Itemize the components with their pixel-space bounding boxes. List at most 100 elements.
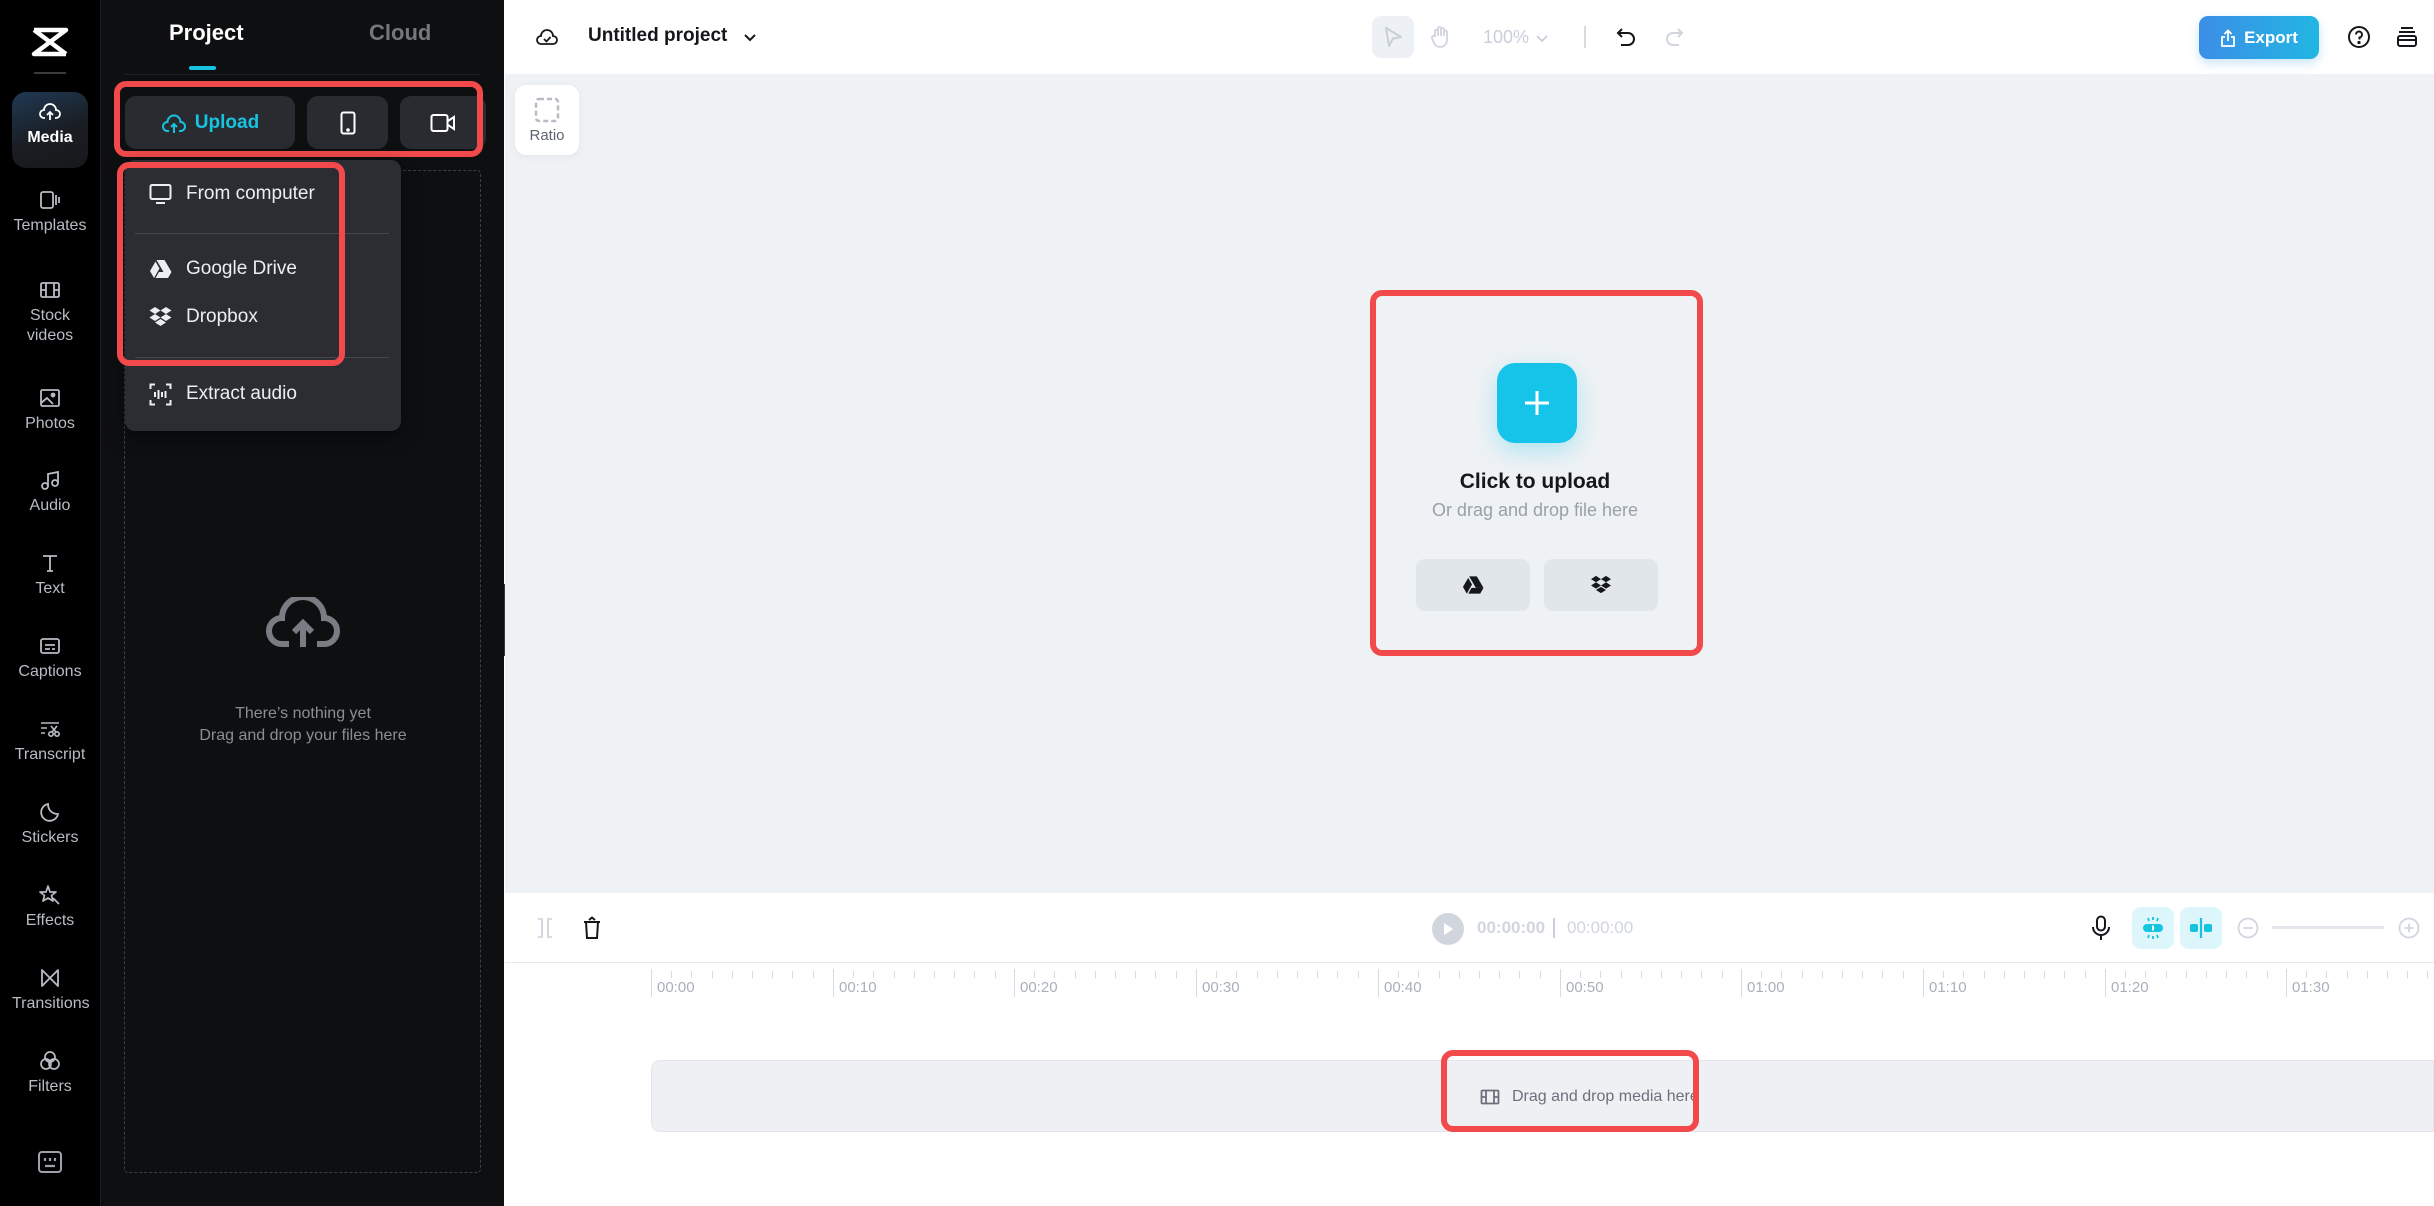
current-time: 00:00:00 [1477, 918, 1546, 937]
dashed-frame-icon [534, 97, 560, 123]
music-note-icon [38, 468, 62, 492]
ruler-minor-tick [1095, 971, 1096, 978]
ruler-minor-tick [1681, 971, 1682, 978]
layout-menu-button[interactable] [2395, 25, 2419, 49]
ruler-minor-tick [2044, 971, 2045, 978]
rail-item-text[interactable]: Text [12, 543, 88, 619]
ruler-minor-tick [1499, 971, 1500, 978]
ruler-minor-tick [1418, 971, 1419, 978]
toolbar-divider [1584, 26, 1586, 48]
split-button[interactable] [535, 917, 555, 939]
rail-item-transcript[interactable]: Transcript [12, 709, 88, 785]
auto-snap-toggle[interactable] [2132, 907, 2174, 949]
add-media-button[interactable] [1497, 363, 1577, 443]
menu-item-from-computer[interactable]: From computer [149, 176, 315, 212]
microphone-icon [2092, 915, 2110, 940]
rail-item-templates[interactable]: Templates [12, 180, 88, 256]
export-button[interactable]: Export [2199, 16, 2319, 59]
upload-card[interactable]: Click to upload Or drag and drop file he… [1375, 292, 1695, 640]
menu-item-extract-audio[interactable]: Extract audio [149, 376, 297, 412]
ruler-minor-tick [813, 971, 814, 978]
ruler-minor-tick [2326, 971, 2327, 978]
captions-icon [38, 634, 62, 658]
tab-project[interactable]: Project [169, 20, 244, 46]
ruler-minor-tick [1802, 971, 1803, 978]
ruler-minor-tick [2166, 971, 2167, 978]
sticker-icon [38, 800, 62, 824]
undo-button[interactable] [1615, 25, 1637, 49]
redo-button[interactable] [1663, 25, 1685, 49]
ruler-minor-tick [1337, 971, 1338, 978]
ruler-minor-tick [1459, 971, 1460, 978]
chevron-down-icon[interactable] [743, 30, 757, 44]
google-drive-button[interactable] [1416, 559, 1530, 611]
ruler-minor-tick [671, 971, 672, 978]
ruler-minor-tick [732, 971, 733, 978]
rail-item-photos[interactable]: Photos [12, 378, 88, 454]
ruler-minor-tick [1943, 971, 1944, 978]
upload-button[interactable]: Upload [125, 96, 295, 149]
rail-label: Photos [25, 415, 75, 432]
ruler-minor-tick [752, 971, 753, 978]
ruler-major-tick [833, 969, 834, 997]
zoom-level-dropdown[interactable]: 100% [1483, 27, 1549, 48]
rail-item-effects[interactable]: Effects [12, 875, 88, 951]
ruler-minor-tick [1761, 971, 1762, 978]
ruler-label: 00:00 [657, 979, 695, 996]
timeline-ruler[interactable]: 00:00 00:10 00:20 00:30 00:40 00:50 01:00 01:10… [505, 965, 2434, 1005]
select-tool-button[interactable] [1372, 16, 1414, 58]
hand-tool-button[interactable] [1430, 25, 1452, 49]
ruler-minor-tick [1519, 971, 1520, 978]
ruler-minor-tick [2004, 971, 2005, 978]
rail-item-audio[interactable]: Audio [12, 460, 88, 536]
cloud-upload-icon [38, 100, 62, 124]
rail-divider [34, 72, 66, 74]
ruler-minor-tick [1439, 971, 1440, 978]
menu-divider [135, 357, 389, 358]
timeline-zoom-out-button[interactable] [2237, 917, 2259, 939]
rail-item-media[interactable]: Media [12, 92, 88, 168]
rail-label: Captions [18, 663, 82, 680]
rail-item-captions[interactable]: Captions [12, 626, 88, 702]
delete-button[interactable] [581, 916, 603, 940]
keyboard-shortcuts-button[interactable] [37, 1150, 63, 1174]
ruler-minor-tick [2246, 971, 2247, 978]
ruler-minor-tick [2387, 971, 2388, 978]
ruler-minor-tick [2125, 971, 2126, 978]
film-icon [38, 278, 62, 302]
ruler-minor-tick [2427, 971, 2428, 978]
rail-label: Media [27, 129, 73, 146]
split-link-toggle[interactable] [2180, 907, 2222, 949]
record-video-button[interactable] [400, 96, 486, 149]
phone-upload-button[interactable] [307, 96, 388, 149]
menu-item-google-drive[interactable]: Google Drive [149, 251, 297, 287]
rail-item-filters[interactable]: Filters [12, 1041, 88, 1117]
help-button[interactable] [2347, 25, 2371, 49]
drag-file-hint: Or drag and drop file here [1431, 500, 1639, 520]
left-nav-rail: Media Templates Stock videos Photos Audi… [0, 0, 100, 1206]
ruler-minor-tick [1580, 971, 1581, 978]
rail-item-transitions[interactable]: Transitions [12, 958, 90, 1034]
ruler-minor-tick [2024, 971, 2025, 978]
ruler-label: 01:30 [2292, 979, 2330, 996]
film-icon [1480, 1089, 1500, 1105]
record-voiceover-button[interactable] [2090, 915, 2112, 941]
ruler-minor-tick [712, 971, 713, 978]
tab-cloud[interactable]: Cloud [369, 20, 431, 46]
aspect-ratio-button[interactable]: Ratio [515, 85, 579, 155]
rail-item-stickers[interactable]: Stickers [12, 792, 88, 868]
ruler-minor-tick [954, 971, 955, 978]
ruler-minor-tick [1822, 971, 1823, 978]
ruler-minor-tick [1398, 971, 1399, 978]
menu-item-dropbox[interactable]: Dropbox [149, 299, 258, 335]
timeline-zoom-slider[interactable] [2272, 926, 2384, 929]
ruler-minor-tick [2407, 971, 2408, 978]
play-button[interactable] [1432, 913, 1464, 945]
timeline-zoom-in-button[interactable] [2398, 917, 2420, 939]
rail-item-stock-videos[interactable]: Stock videos [12, 270, 88, 366]
rail-label: Text [35, 580, 65, 597]
pointer-icon [1385, 27, 1402, 47]
project-title[interactable]: Untitled project [588, 25, 727, 47]
dropbox-button[interactable] [1544, 559, 1658, 611]
ruler-minor-tick [2064, 971, 2065, 978]
